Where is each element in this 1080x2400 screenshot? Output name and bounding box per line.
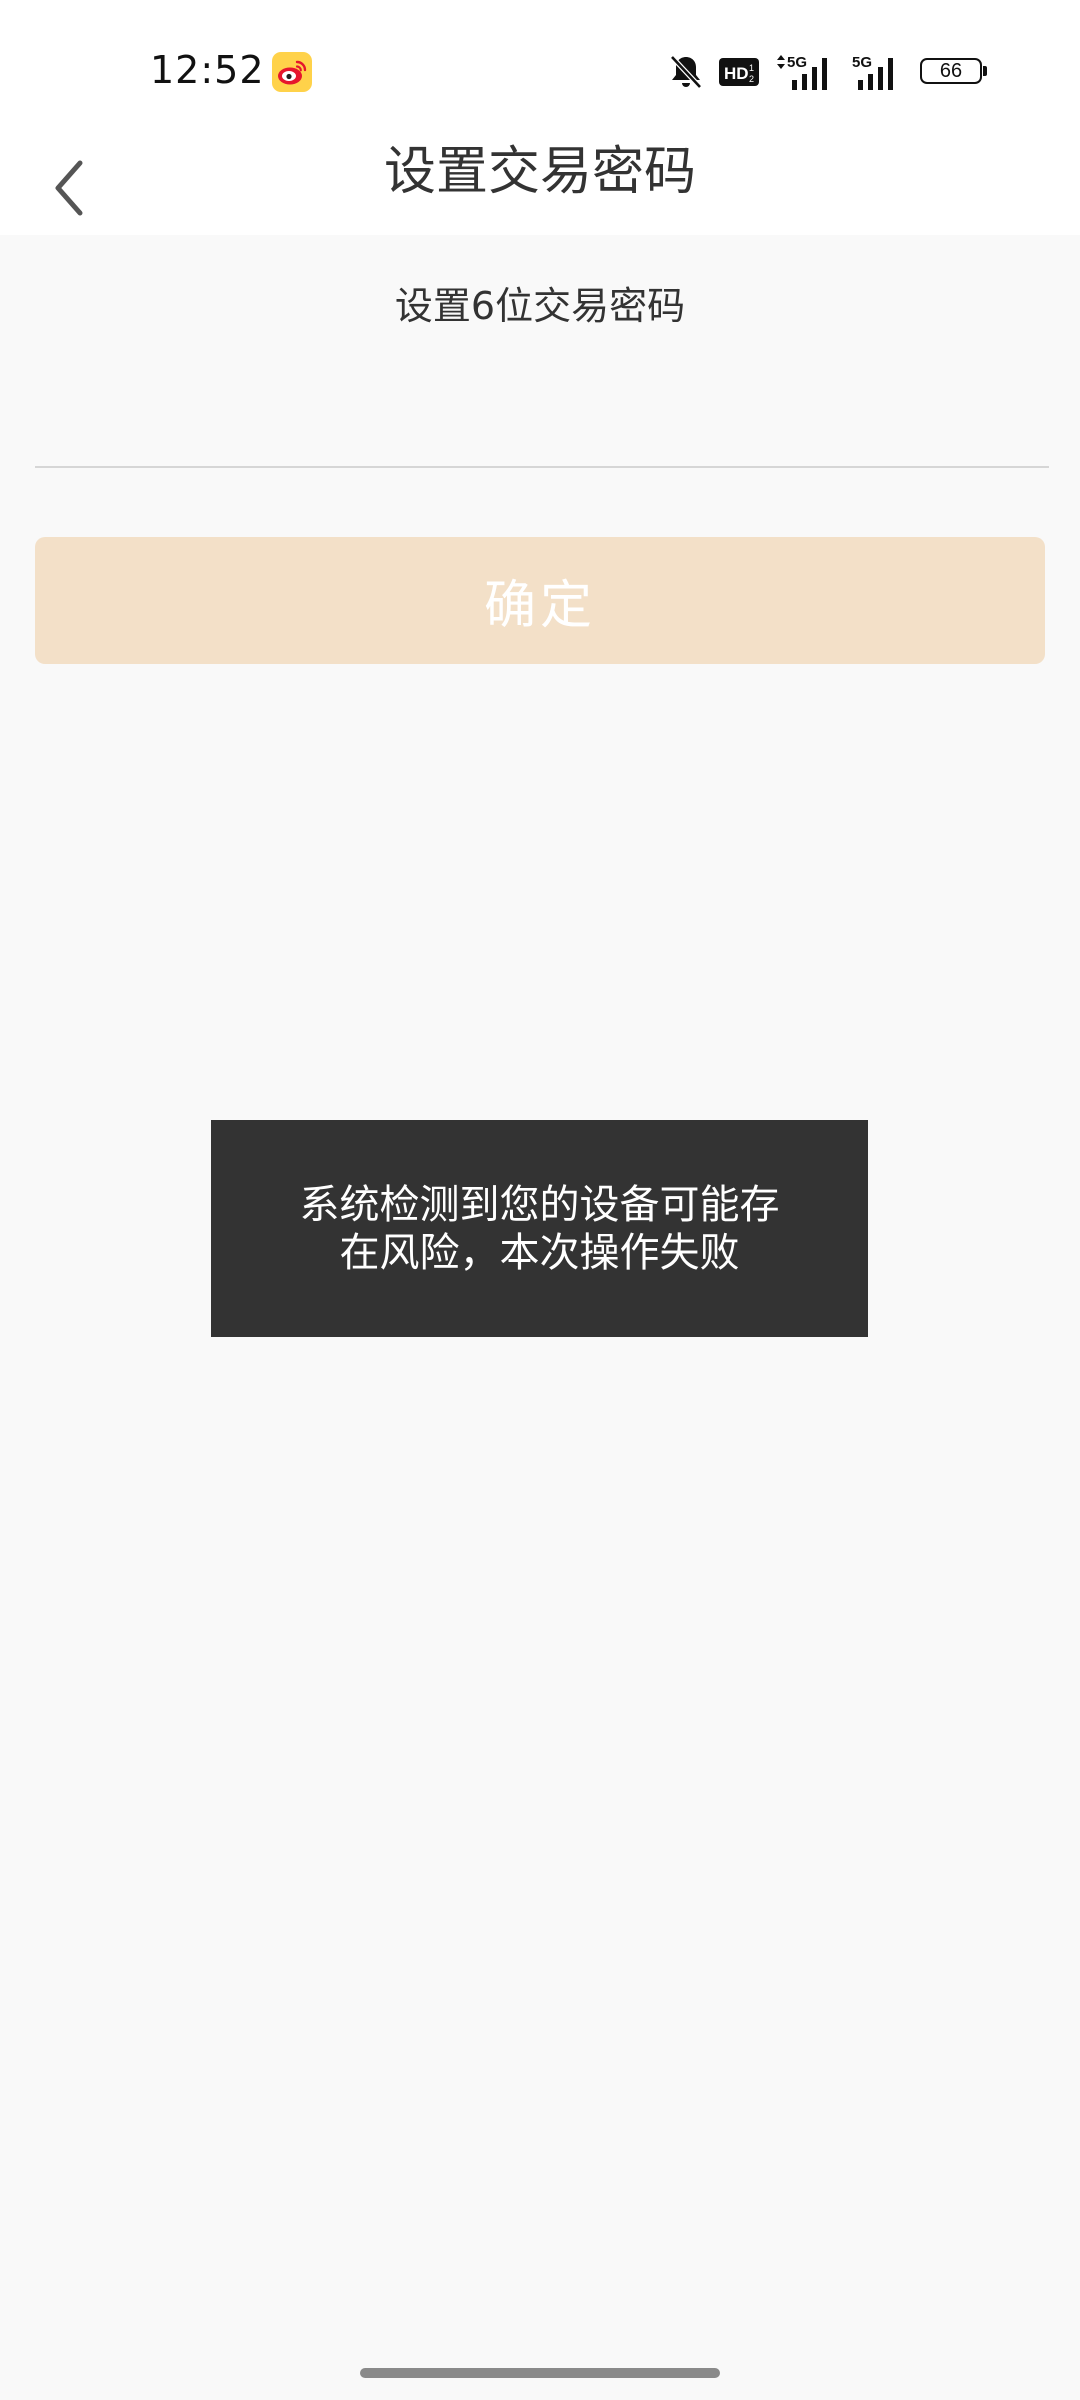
weibo-icon: [272, 52, 312, 92]
battery-level: 66: [939, 60, 963, 82]
header: 设置交易密码: [0, 140, 1080, 235]
page-title: 设置交易密码: [383, 142, 696, 202]
svg-text:2: 2: [749, 74, 754, 84]
toast: 系统检测到您的设备可能存在风险，本次操作失败: [211, 1120, 868, 1337]
svg-text:5G: 5G: [787, 54, 807, 71]
confirm-button[interactable]: 确定: [35, 537, 1045, 664]
hd-icon: HD 1 2: [719, 58, 759, 86]
signal-5g-icon: 5G: [777, 54, 827, 90]
status-time: 12:52: [150, 48, 265, 92]
toast-message: 系统检测到您的设备可能存在风险，本次操作失败: [299, 1181, 780, 1276]
signal-5g-icon: 5G: [852, 54, 893, 90]
svg-text:HD: HD: [724, 64, 749, 83]
svg-text:1: 1: [749, 63, 754, 73]
password-input[interactable]: [35, 380, 1049, 468]
svg-text:5G: 5G: [852, 54, 872, 71]
password-instruction: 设置6位交易密码: [394, 284, 686, 328]
status-bar: 12:52 HD 1 2 5G 5G 66: [0, 0, 1080, 140]
status-icons: HD 1 2 5G 5G 66: [668, 50, 990, 94]
battery-icon: 66: [920, 56, 990, 88]
home-indicator[interactable]: [360, 2368, 720, 2378]
bell-muted-icon: [670, 55, 702, 89]
